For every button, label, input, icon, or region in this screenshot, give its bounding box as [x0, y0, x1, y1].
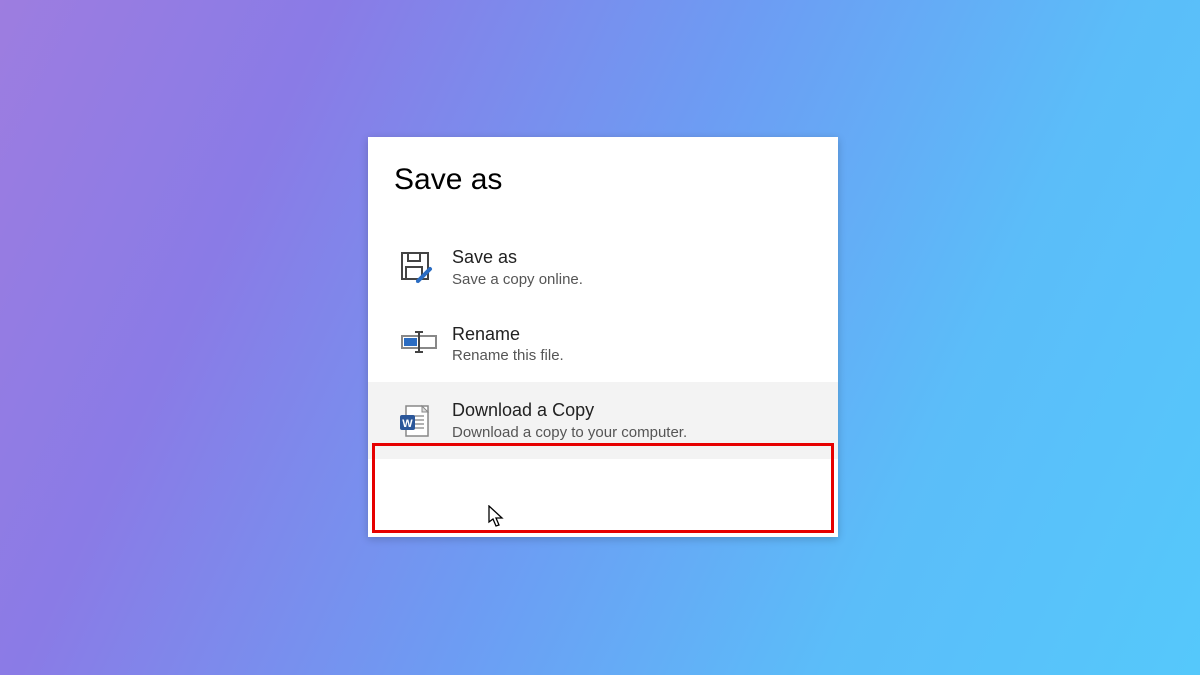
menu-item-subtitle: Rename this file. [452, 347, 818, 364]
save-as-panel: Save as Save as Save a copy onli [368, 137, 838, 537]
menu-item-rename[interactable]: Rename Rename this file. [368, 306, 838, 383]
menu-item-title: Save as [452, 247, 818, 269]
menu-item-title: Rename [452, 324, 818, 346]
menu-item-download-copy[interactable]: W Download a Copy Download a copy to you… [368, 382, 838, 459]
panel-title: Save as [368, 137, 838, 197]
cursor-pointer-icon [488, 505, 506, 529]
save-as-icon [400, 247, 452, 285]
menu-item-save-as[interactable]: Save as Save a copy online. [368, 229, 838, 306]
menu-item-title: Download a Copy [452, 400, 818, 422]
word-document-icon: W [400, 400, 452, 438]
rename-icon [400, 324, 452, 356]
svg-text:W: W [402, 418, 413, 430]
menu-item-subtitle: Download a copy to your computer. [452, 424, 818, 441]
background-gradient: Save as Save as Save a copy onli [0, 0, 1200, 675]
menu-items-list: Save as Save a copy online. Rename [368, 229, 838, 459]
menu-item-subtitle: Save a copy online. [452, 271, 818, 288]
